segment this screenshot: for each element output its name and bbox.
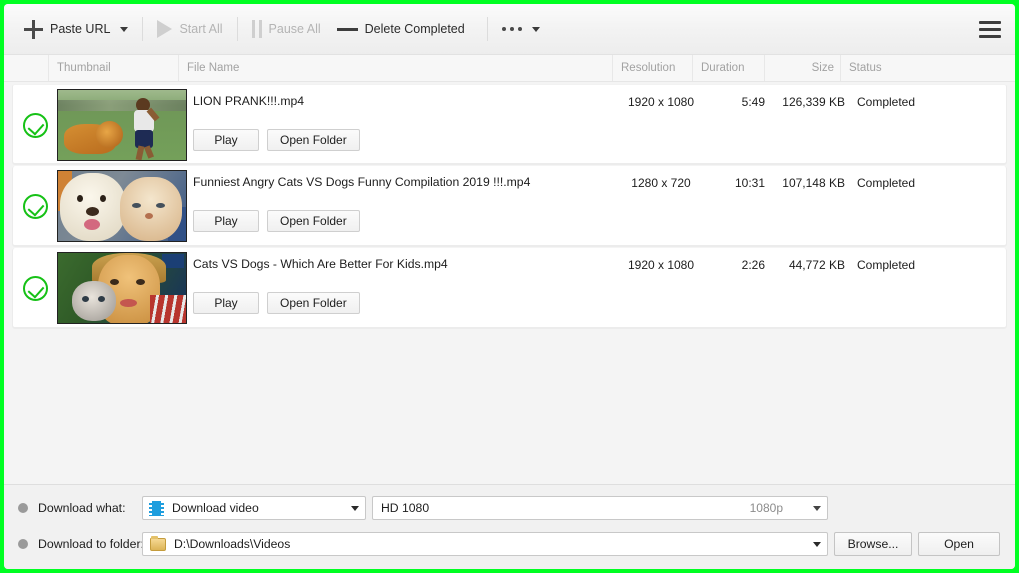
start-all-label: Start All — [179, 22, 223, 36]
duration-value: 5:49 — [741, 95, 765, 109]
row-name-cell: Cats VS Dogs - Which Are Better For Kids… — [187, 248, 621, 328]
open-folder-button[interactable]: Open Folder — [267, 129, 360, 151]
start-all-button[interactable]: Start All — [149, 12, 230, 46]
delete-completed-button[interactable]: Delete Completed — [329, 12, 473, 46]
download-what-value: Download video — [172, 501, 259, 515]
play-button[interactable]: Play — [193, 292, 259, 314]
folder-chevron-down-icon[interactable] — [807, 533, 827, 555]
check-circle-icon[interactable] — [22, 112, 48, 138]
column-header-file-name[interactable]: File Name — [178, 55, 612, 81]
row-select-cell[interactable] — [13, 248, 57, 328]
quality-chevron-down-icon[interactable] — [807, 497, 827, 519]
table-row[interactable]: Funniest Angry Cats VS Dogs Funny Compil… — [12, 166, 1007, 246]
main-toolbar: Paste URL Start All Pause All Delete Com… — [4, 4, 1015, 55]
column-header-duration[interactable]: Duration — [692, 55, 764, 81]
size-value: 107,148 KB — [782, 176, 845, 190]
row-action-buttons: Play Open Folder — [193, 129, 360, 151]
download-folder-value: D:\Downloads\Videos — [174, 537, 291, 551]
row-thumbnail-cell — [57, 85, 187, 165]
row-action-buttons: Play Open Folder — [193, 292, 360, 314]
pause-all-label: Pause All — [268, 22, 321, 36]
file-name-text: Cats VS Dogs - Which Are Better For Kids… — [193, 257, 448, 271]
resolution-value: 1920 x 1080 — [627, 95, 695, 109]
thumb-shape-dog — [60, 173, 126, 241]
more-dots-icon — [501, 27, 522, 31]
thumb-shape-cat — [120, 177, 182, 241]
download-what-chevron-down-icon[interactable] — [345, 497, 365, 519]
folder-icon — [150, 535, 166, 551]
quality-select[interactable]: HD 1080 1080p — [372, 496, 828, 520]
table-row[interactable]: Cats VS Dogs - Which Are Better For Kids… — [12, 248, 1007, 328]
more-options-button[interactable] — [494, 12, 548, 46]
row-action-buttons: Play Open Folder — [193, 210, 360, 232]
row-thumbnail-cell — [57, 248, 187, 328]
check-circle-icon[interactable] — [22, 275, 48, 301]
file-name-text: Funniest Angry Cats VS Dogs Funny Compil… — [193, 175, 531, 189]
quality-value: HD 1080 — [381, 501, 430, 515]
toolbar-divider-2 — [236, 17, 238, 41]
video-thumbnail — [57, 89, 187, 161]
minus-icon — [336, 27, 358, 31]
paste-url-button[interactable]: Paste URL — [16, 12, 136, 46]
video-thumbnail — [57, 252, 187, 324]
chevron-down-icon[interactable] — [120, 26, 129, 32]
download-what-label: Download what: — [38, 501, 126, 515]
hamburger-menu-icon[interactable] — [975, 16, 1005, 42]
more-chevron-down-icon[interactable] — [531, 26, 540, 32]
film-strip-icon — [149, 500, 164, 516]
download-options-panel: Download what: Download video HD 1080 10… — [4, 484, 1015, 569]
download-folder-row: Download to folder: D:\Downloads\Videos … — [4, 527, 1015, 561]
resolution-value: 1280 x 720 — [631, 176, 691, 190]
table-row[interactable]: LION PRANK!!!.mp4 Play Open Folder 1920 … — [12, 84, 1007, 164]
bullet-icon-2 — [18, 539, 28, 549]
play-button[interactable]: Play — [193, 210, 259, 232]
thumb-shape-dog — [64, 121, 123, 154]
download-folder-select[interactable]: D:\Downloads\Videos — [142, 532, 828, 556]
bullet-icon — [18, 503, 28, 513]
pause-all-button[interactable]: Pause All — [244, 12, 329, 46]
column-header-thumbnail[interactable]: Thumbnail — [48, 55, 178, 81]
pause-icon — [251, 20, 262, 38]
open-folder-button[interactable]: Open Folder — [267, 210, 360, 232]
row-name-cell: Funniest Angry Cats VS Dogs Funny Compil… — [187, 166, 621, 246]
thumb-shape-cat — [72, 281, 116, 321]
plus-icon — [24, 19, 43, 39]
column-header-resolution[interactable]: Resolution — [612, 55, 692, 81]
size-value: 126,339 KB — [782, 95, 845, 109]
status-value: Completed — [857, 258, 916, 272]
row-thumbnail-cell — [57, 166, 187, 246]
list-column-header: Thumbnail File Name Resolution Duration … — [4, 55, 1015, 82]
row-name-cell: LION PRANK!!!.mp4 Play Open Folder — [187, 85, 621, 165]
column-header-status[interactable]: Status — [840, 55, 1015, 81]
status-value: Completed — [857, 176, 916, 190]
check-circle-icon[interactable] — [22, 193, 48, 219]
toolbar-divider — [142, 17, 144, 41]
paste-url-label: Paste URL — [50, 22, 111, 36]
file-name-text: LION PRANK!!!.mp4 — [193, 94, 305, 108]
open-folder-button[interactable]: Open Folder — [267, 292, 360, 314]
application-window: Paste URL Start All Pause All Delete Com… — [4, 4, 1015, 569]
column-header-select — [4, 55, 48, 81]
row-select-cell[interactable] — [13, 166, 57, 246]
browse-button[interactable]: Browse... — [834, 532, 912, 556]
column-header-size[interactable]: Size — [764, 55, 840, 81]
download-what-row: Download what: Download video HD 1080 10… — [4, 491, 1015, 525]
quality-suffix: 1080p — [749, 501, 783, 515]
play-button[interactable]: Play — [193, 129, 259, 151]
duration-value: 2:26 — [741, 258, 765, 272]
resolution-value: 1920 x 1080 — [627, 258, 695, 272]
play-icon — [157, 20, 173, 38]
video-thumbnail — [57, 170, 187, 242]
row-select-cell[interactable] — [13, 85, 57, 165]
download-to-folder-label: Download to folder: — [38, 537, 144, 551]
open-folder-panel-button[interactable]: Open — [918, 532, 1000, 556]
delete-completed-label: Delete Completed — [364, 22, 465, 36]
size-value: 44,772 KB — [788, 258, 845, 272]
status-value: Completed — [857, 95, 916, 109]
download-what-select[interactable]: Download video — [142, 496, 366, 520]
duration-value: 10:31 — [734, 176, 765, 190]
download-list[interactable]: LION PRANK!!!.mp4 Play Open Folder 1920 … — [4, 82, 1015, 484]
toolbar-divider-3 — [486, 17, 488, 41]
thumb-shape-person — [134, 98, 160, 160]
